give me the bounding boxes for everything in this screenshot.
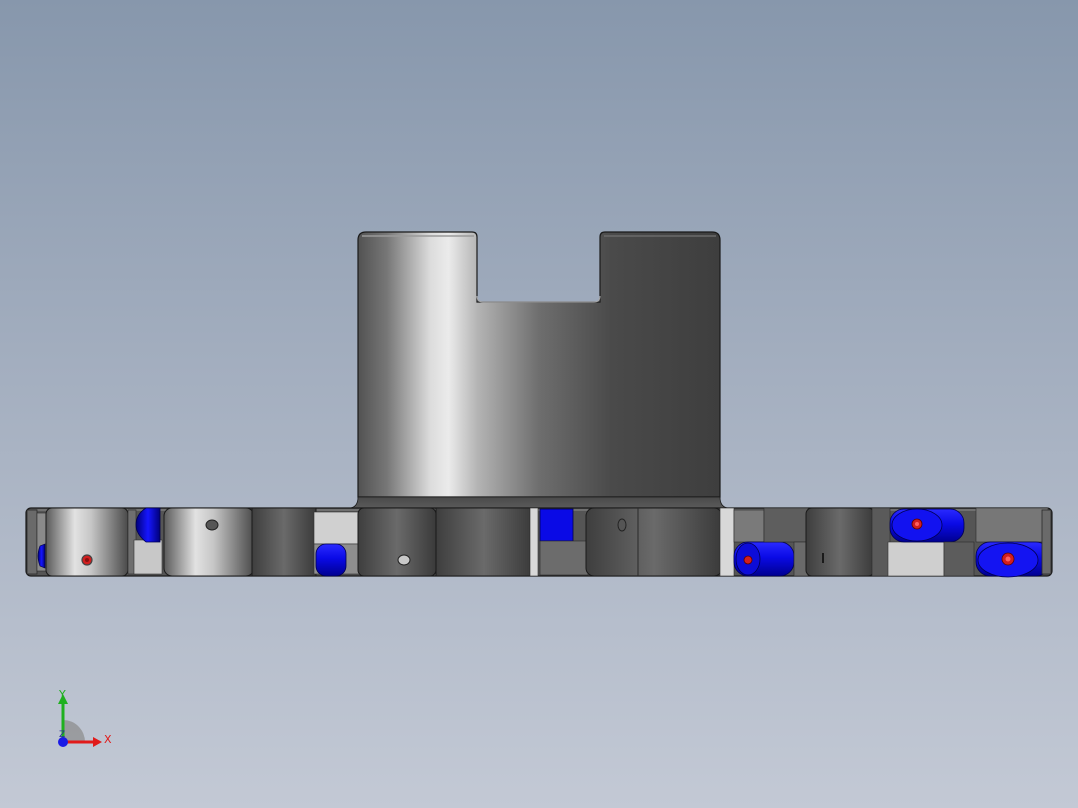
axis-triad: Y X Z [40, 680, 130, 760]
segment-light-6 [887, 541, 945, 577]
hole-4 [617, 518, 627, 532]
axis-x-label: X [104, 733, 112, 746]
segment-cylinder-1 [45, 507, 129, 577]
segment-block-4 [585, 507, 723, 577]
segment-light-1 [133, 539, 163, 575]
segment-light-2 [313, 511, 361, 545]
segment-block-2b [251, 507, 317, 577]
segment-block-5 [763, 507, 809, 543]
hub-fillet [349, 496, 729, 509]
segment-block-3b [435, 507, 533, 577]
flange-end-right [1041, 509, 1052, 575]
segment-edge-4 [719, 507, 735, 577]
segment-edge-7 [943, 541, 975, 577]
model-view[interactable] [0, 0, 1078, 808]
axis-triad-icon [58, 694, 102, 747]
flange-end-left [26, 509, 38, 575]
segment-block-7 [975, 507, 1049, 543]
hub-body[interactable] [357, 231, 721, 498]
segment-gap-3 [539, 540, 589, 576]
hole-marker-4 [743, 555, 753, 565]
hole-2 [205, 519, 219, 531]
segment-edge-6 [871, 507, 891, 577]
segment-edge-3 [529, 507, 539, 577]
fastener-3 [539, 508, 574, 542]
axis-z-label: Z [59, 730, 66, 740]
segment-block-2 [163, 507, 255, 577]
segment-block-3 [357, 507, 437, 577]
hole-3 [397, 554, 411, 566]
hub-slot-edge [476, 295, 601, 303]
fastener-2 [315, 543, 347, 577]
axis-y-label: Y [59, 688, 66, 701]
graphics-viewport[interactable]: Y X Z [0, 0, 1078, 808]
segment-gap-4 [733, 509, 765, 543]
segment-block-6 [805, 507, 875, 577]
